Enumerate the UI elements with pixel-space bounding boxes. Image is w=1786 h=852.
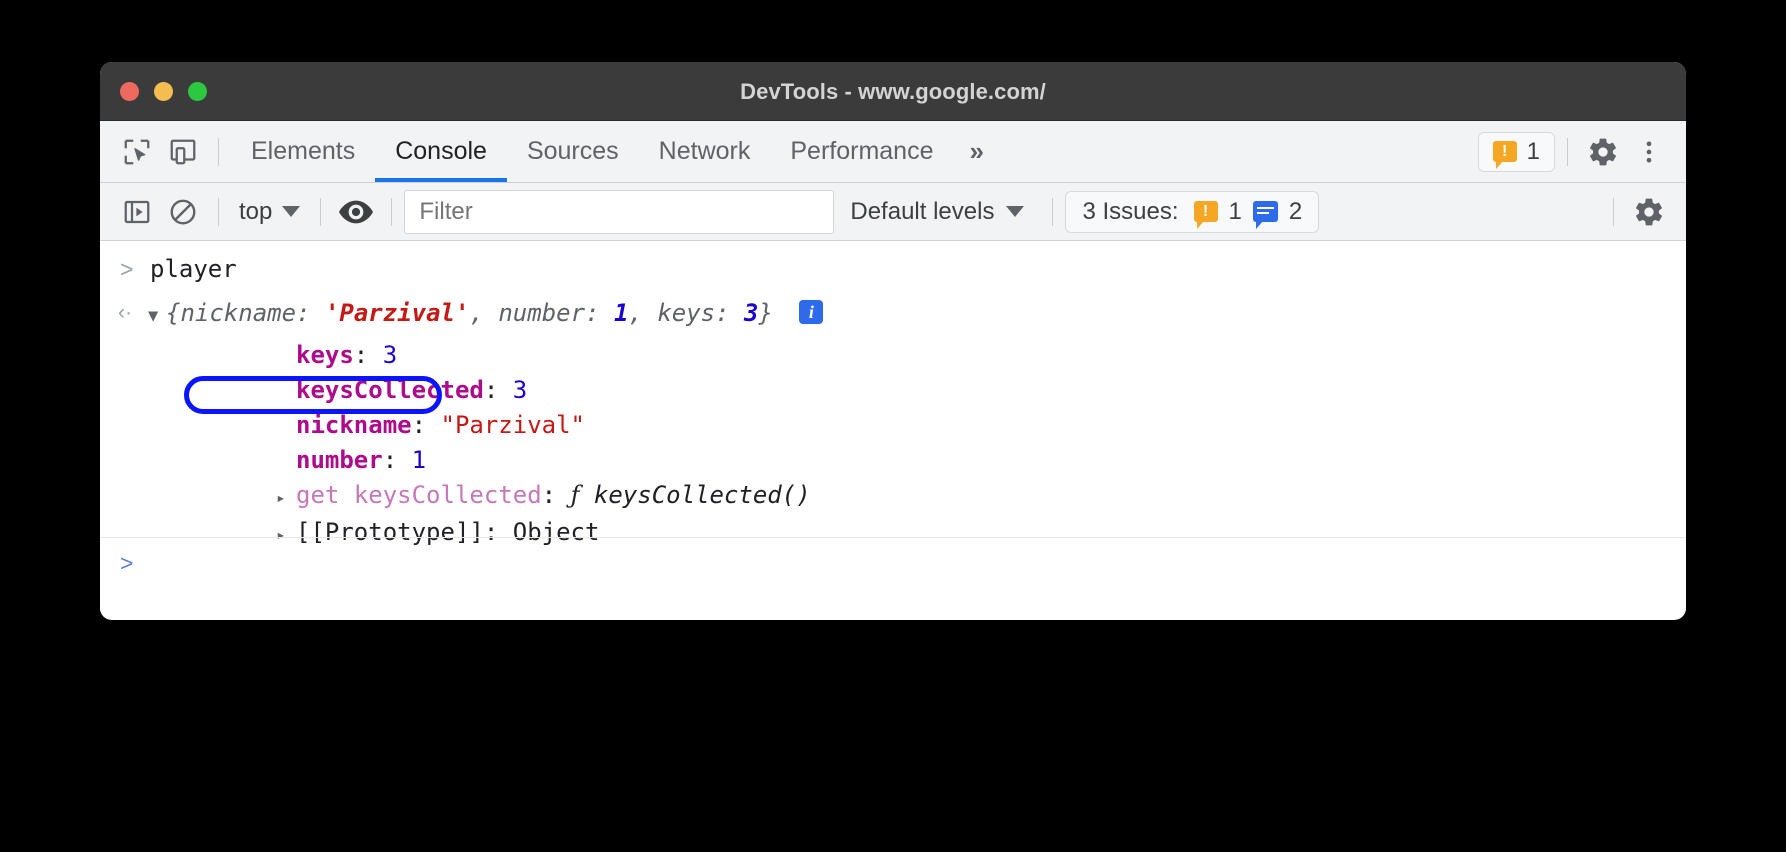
preview-value-0: 'Parzival' [325,299,470,327]
tabstrip-right-group: ! 1 [1478,129,1686,175]
property-key: keysCollected [296,376,484,404]
property-value: 3 [383,341,397,369]
tab-sources[interactable]: Sources [507,121,639,182]
collapse-arrow-icon[interactable]: ▸ [276,480,296,515]
execution-context-dropdown[interactable]: top [231,198,308,226]
tabstrip-right-divider [1567,138,1568,166]
clear-console-icon[interactable] [160,189,206,235]
live-expression-eye-icon[interactable] [333,189,379,235]
property-value: 1 [412,446,426,474]
prototype-value: Object [513,518,600,546]
console-toolbar-divider-2 [320,198,321,226]
property-row-nickname[interactable]: nickname: "Parzival" [100,408,1686,443]
property-value: 3 [513,376,527,404]
preview-close-brace: } [758,299,772,327]
preview-open-brace: { [166,299,180,327]
preview-key-0: nickname [180,299,296,327]
prompt-chevron-icon: > [120,247,133,291]
object-preview[interactable]: ▼{nickname: 'Parzival', number: 1, keys:… [148,299,787,327]
devtools-window: DevTools - www.google.com/ Elements Cons… [100,62,1686,620]
chevron-down-icon [282,206,300,217]
prototype-row[interactable]: ▸[[Prototype]]: Object [100,515,1686,552]
preview-value-1: 1 [614,299,628,327]
getter-name: keysCollected [354,481,542,509]
devtools-tabstrip: Elements Console Sources Network Perform… [100,121,1686,183]
more-tabs-chevron-icon[interactable]: » [953,136,995,167]
gear-icon[interactable] [1580,129,1626,175]
window-title: DevTools - www.google.com/ [100,79,1686,105]
warning-icon: ! [1493,141,1517,162]
console-toolbar: top Default levels 3 Issues: ! 1 2 [100,183,1686,241]
tab-performance[interactable]: Performance [770,121,953,182]
console-toolbar-divider-5 [1613,198,1614,226]
info-badge-icon[interactable]: i [799,300,823,324]
getter-signature: keysCollected() [594,481,811,509]
prototype-separator: : [484,518,498,546]
device-toolbar-icon[interactable] [160,129,206,175]
issues-badge[interactable]: 3 Issues: ! 1 2 [1065,191,1319,233]
console-input-echo-row: > player [100,241,1686,291]
console-input-echo-text: player [150,255,237,283]
issues-label: 3 Issues: [1082,198,1178,226]
expand-arrow-icon[interactable]: ▼ [148,294,166,338]
property-row-number[interactable]: number: 1 [100,443,1686,478]
warning-count-label: 1 [1527,138,1540,166]
property-row-keysCollected[interactable]: keysCollected: 3 [100,373,1686,408]
execution-context-label: top [239,198,272,226]
tab-console[interactable]: Console [375,121,507,182]
console-output[interactable]: > player ‹· ▼{nickname: 'Parzival', numb… [100,241,1686,619]
getter-prefix: get [296,481,339,509]
console-toolbar-divider-3 [391,198,392,226]
log-levels-label: Default levels [850,198,994,226]
property-row-keys[interactable]: keys: 3 [100,338,1686,373]
message-icon [1253,201,1278,222]
console-result-row: ‹· ▼{nickname: 'Parzival', number: 1, ke… [100,291,1686,338]
prompt-chevron-icon: > [120,541,133,585]
tab-network[interactable]: Network [639,121,771,182]
collapse-arrow-icon[interactable]: ▸ [276,517,296,552]
more-vertical-icon[interactable] [1626,129,1672,175]
preview-value-2: 3 [744,299,758,327]
filter-input[interactable] [404,190,834,234]
property-key: nickname [296,411,412,439]
object-properties-block: keys: 3 keysCollected: 3 nickname: "Parz… [100,338,1686,478]
property-key: keys [296,341,354,369]
chevron-down-icon [1006,206,1024,217]
prototype-name: [[Prototype]] [296,518,484,546]
getter-separator: : [542,481,556,509]
preview-key-2: keys [657,299,715,327]
getter-row[interactable]: ▸get keysCollected: ƒ keysCollected() [100,478,1686,515]
console-toolbar-divider-1 [218,198,219,226]
console-toolbar-right-group [1601,189,1672,235]
tab-elements[interactable]: Elements [231,121,375,182]
window-titlebar: DevTools - www.google.com/ [100,62,1686,121]
property-value: "Parzival" [441,411,586,439]
inspect-element-icon[interactable] [114,129,160,175]
warning-icon: ! [1194,201,1218,222]
console-settings-gear-icon[interactable] [1626,189,1672,235]
console-toolbar-divider-4 [1052,198,1053,226]
property-key: number [296,446,383,474]
tabstrip-divider [218,138,219,166]
log-levels-dropdown[interactable]: Default levels [834,198,1040,226]
preview-key-1: number [498,299,585,327]
console-sidebar-icon[interactable] [114,189,160,235]
issues-warning-count: 1 [1229,198,1242,226]
console-prompt-divider [100,537,1686,538]
return-value-chevron-icon: ‹· [118,291,132,335]
issues-message-count: 2 [1289,198,1302,226]
warning-count-badge[interactable]: ! 1 [1478,132,1555,172]
